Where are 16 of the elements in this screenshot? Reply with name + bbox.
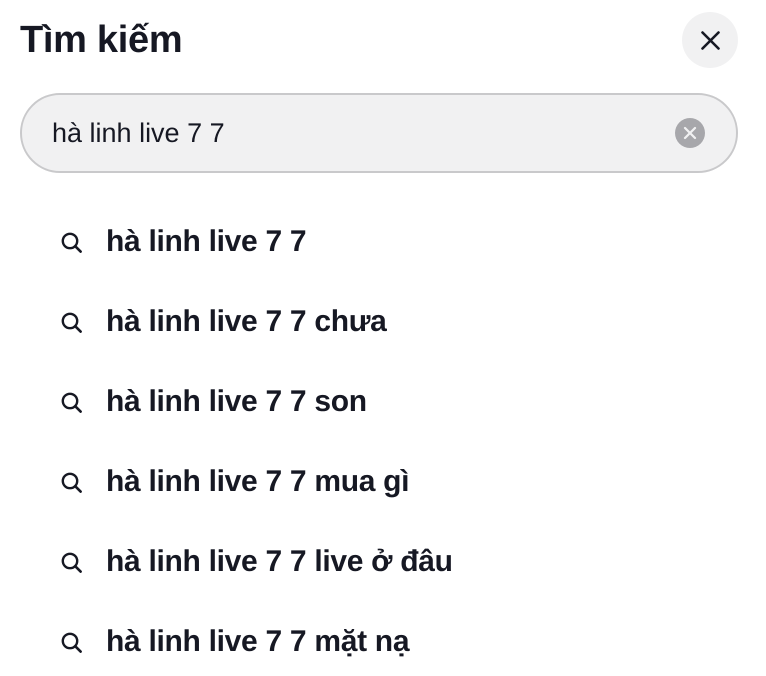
- search-icon: [61, 232, 82, 252]
- suggestion-item[interactable]: hà linh live 7 7 live ở đâu: [106, 545, 453, 579]
- search-field[interactable]: hà linh live 7 7: [20, 93, 738, 173]
- suggestion-item[interactable]: hà linh live 7 7 chưa: [106, 305, 387, 339]
- clear-icon: [675, 118, 705, 148]
- search-icon: [61, 552, 82, 572]
- page-title: Tìm kiếm: [20, 18, 182, 62]
- search-icon: [61, 472, 82, 492]
- search-icon: [61, 632, 82, 652]
- search-icon: [61, 312, 82, 332]
- suggestion-item[interactable]: hà linh live 7 7: [106, 225, 306, 259]
- suggestion-item[interactable]: hà linh live 7 7 son: [106, 385, 367, 419]
- suggestion-item[interactable]: hà linh live 7 7 mua gì: [106, 465, 410, 499]
- close-icon: [700, 30, 720, 50]
- search-icon: [61, 392, 82, 412]
- suggestion-item[interactable]: hà linh live 7 7 mặt nạ: [106, 625, 410, 659]
